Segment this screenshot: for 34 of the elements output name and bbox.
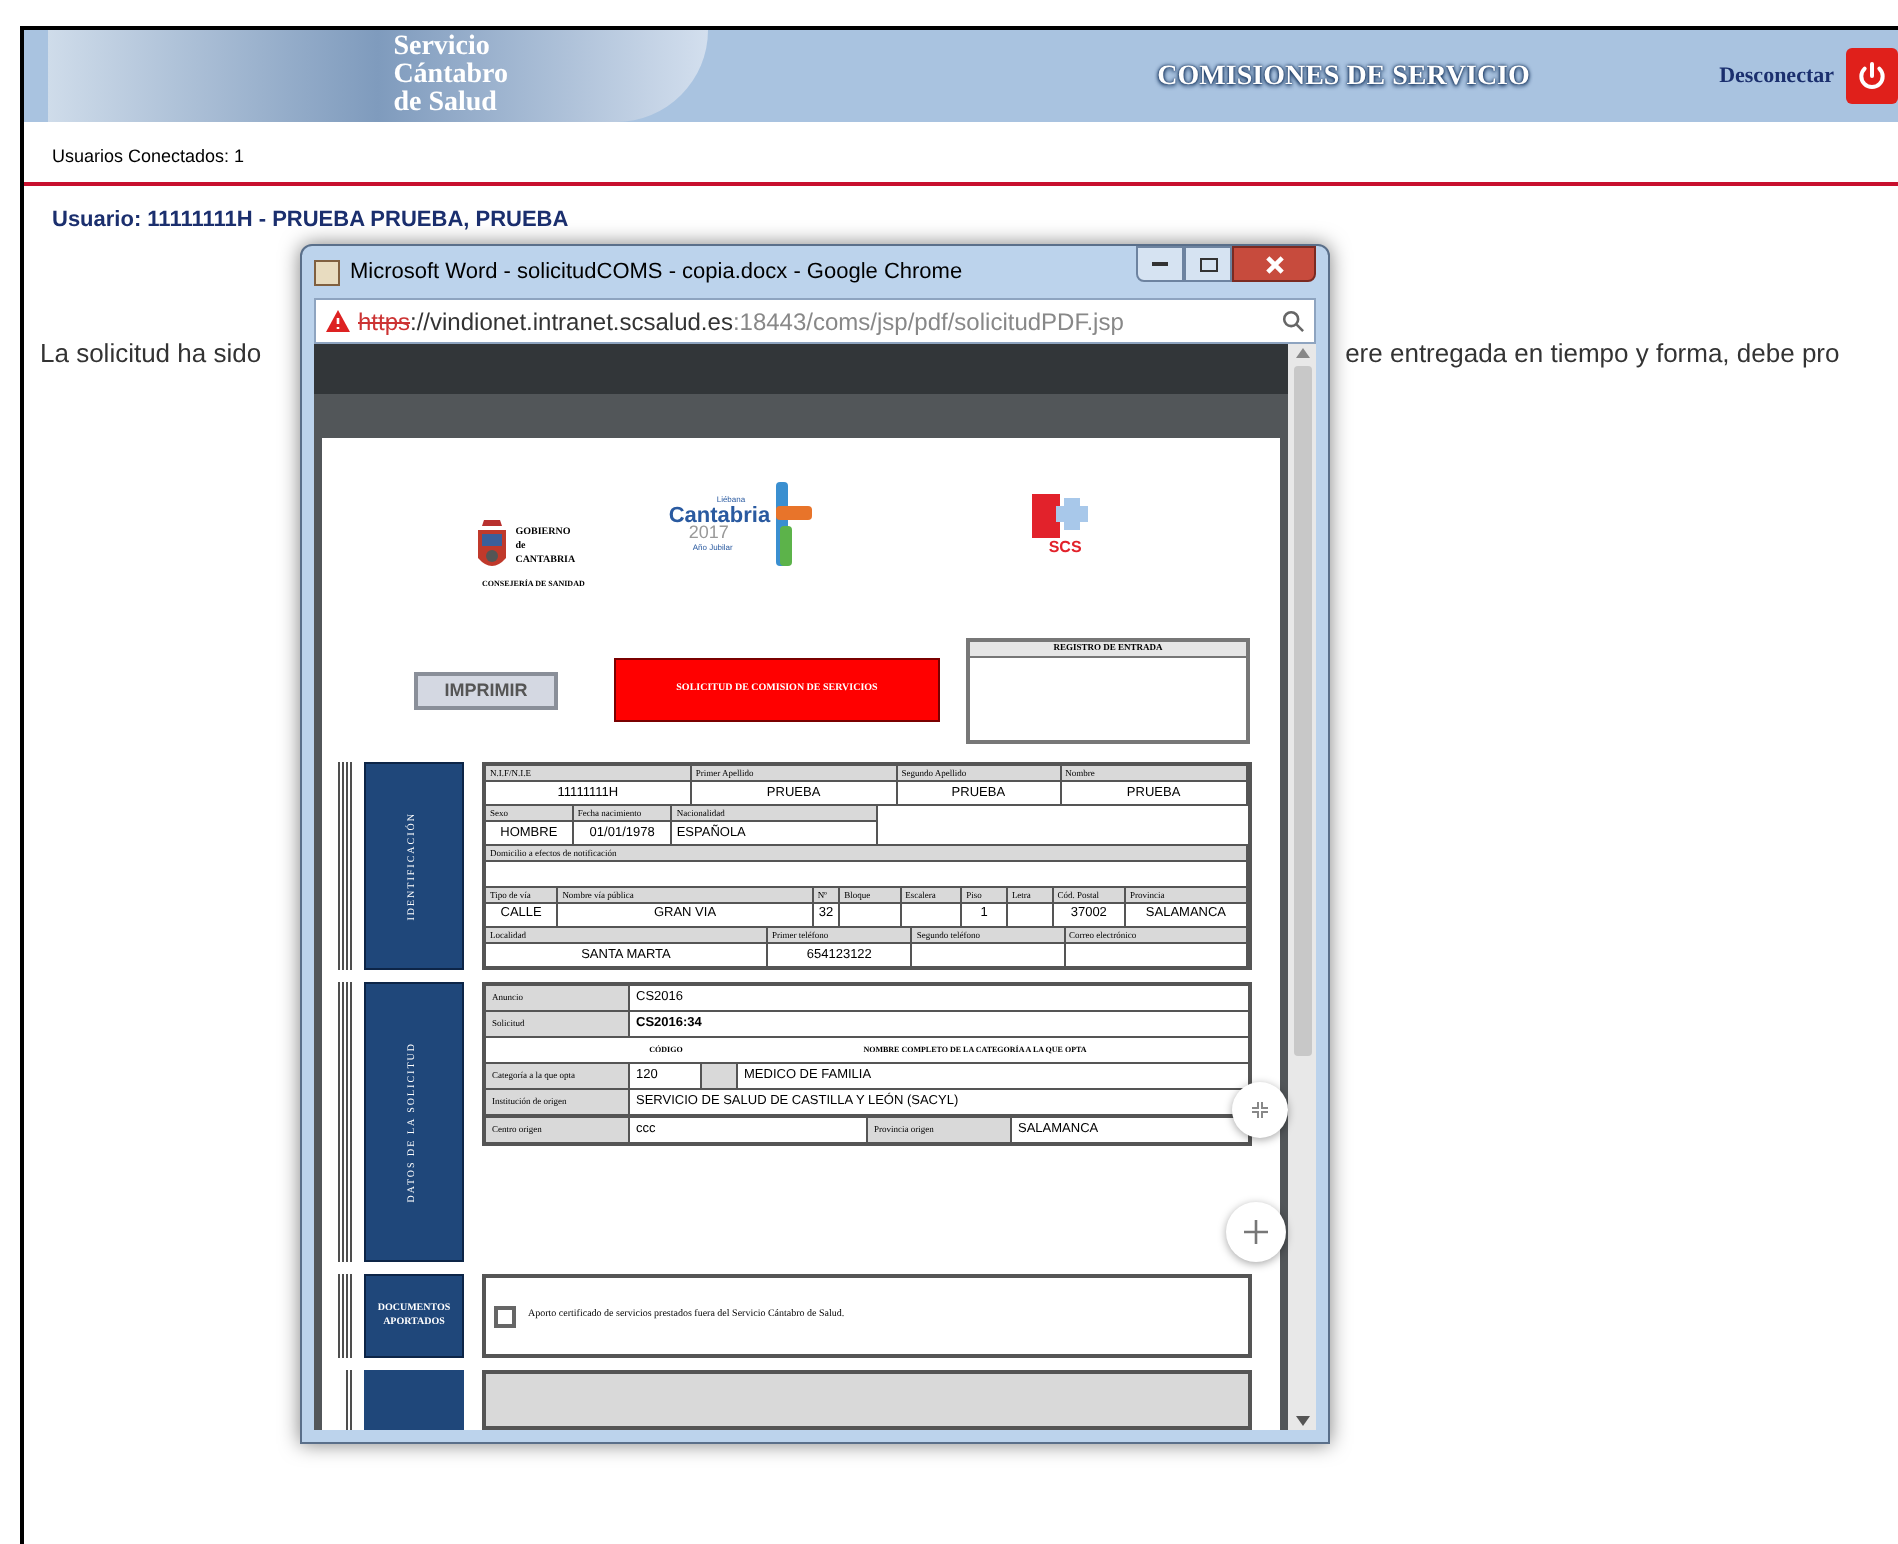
plus-icon <box>1244 1220 1268 1244</box>
logout-link[interactable]: Desconectar <box>1719 59 1834 93</box>
collapse-icon <box>1250 1100 1270 1120</box>
fit-page-button[interactable] <box>1232 1082 1288 1138</box>
minimize-button[interactable] <box>1136 246 1184 282</box>
logo-text: de Salud <box>393 90 499 118</box>
logo-text: Cántabro <box>393 62 508 90</box>
power-icon[interactable] <box>1846 48 1898 104</box>
close-icon <box>1265 255 1283 273</box>
close-button[interactable] <box>1232 246 1316 282</box>
app-title: COMISIONES DE SERVICIO <box>1157 59 1530 95</box>
document-icon <box>314 259 340 285</box>
fine-print-drawing <box>338 1274 354 1358</box>
section-label <box>364 1370 464 1430</box>
print-button[interactable]: IMPRIMIR <box>414 672 558 710</box>
message-text: La solicitud ha sido <box>40 336 262 372</box>
message-text: ere entregada en tiempo y forma, debe pro <box>1345 336 1840 372</box>
warning-icon <box>326 310 350 332</box>
scrollbar[interactable] <box>1288 344 1316 1430</box>
checkbox[interactable] <box>494 1305 516 1327</box>
address-bar[interactable]: https://vindionet.intranet.scsalud.es:18443/coms/jsp/pdf/solicitudPDF.jsp <box>314 298 1316 344</box>
user-text: Usuario: 11111111H - PRUEBA PRUEBA, PRUEBA <box>52 208 569 232</box>
maximize-button[interactable] <box>1184 246 1232 282</box>
url-text: https://vindionet.intranet.scsalud.es:18443/coms/jsp/pdf/solicitudPDF.jsp <box>358 305 1124 339</box>
scs-logo: SCS <box>1016 494 1089 562</box>
search-icon[interactable] <box>1282 310 1304 332</box>
logo-text: Servicio <box>393 34 492 62</box>
maximize-icon <box>1199 257 1217 271</box>
window-title: Microsoft Word - solicitudCOMS - copia.docx - Google Chrome <box>350 257 963 288</box>
minimize-icon <box>1152 262 1168 266</box>
connected-users-text: Usuarios Conectados: 1 <box>52 146 245 166</box>
scrollbar-thumb[interactable] <box>1293 366 1311 1056</box>
scroll-down-icon[interactable] <box>1295 1416 1309 1426</box>
scroll-up-icon[interactable] <box>1295 348 1309 358</box>
